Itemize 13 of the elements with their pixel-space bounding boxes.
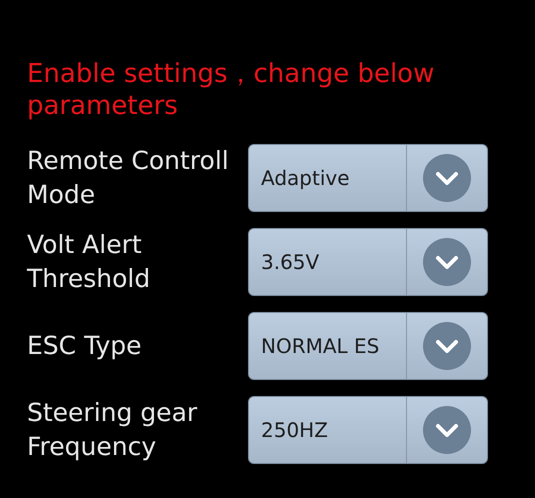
setting-label: Volt Alert Threshold <box>27 229 152 295</box>
chevron-down-icon <box>422 405 472 455</box>
dropdown[interactable]: NORMAL ES <box>248 312 488 380</box>
dropdown[interactable]: 250HZ <box>248 396 488 464</box>
chevron-down-icon <box>422 153 472 203</box>
dropdown[interactable]: Adaptive <box>248 144 488 212</box>
dropdown[interactable]: 3.65V <box>248 228 488 296</box>
chevron-down-icon <box>422 321 472 371</box>
settings-instruction: Enable settings，change below parameters <box>27 58 436 122</box>
setting-label: Steering gear Frequency <box>27 397 198 463</box>
chevron-down-icon <box>422 237 472 287</box>
setting-label: ESC Type <box>27 330 142 362</box>
setting-label: Remote Controll Mode <box>27 145 230 211</box>
